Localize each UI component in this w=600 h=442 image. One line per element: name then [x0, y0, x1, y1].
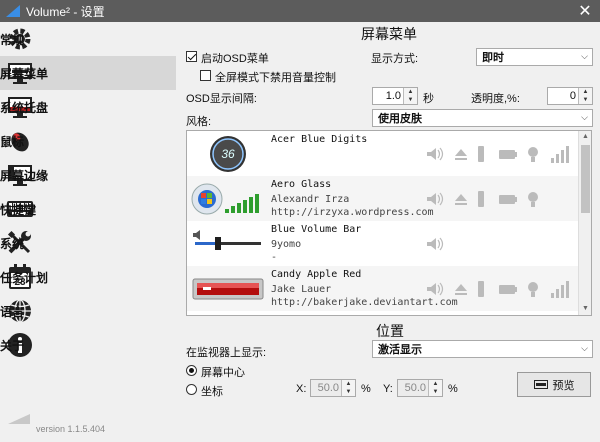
monitor-value: 激活显示	[378, 344, 422, 356]
skin-capability-icons	[427, 191, 538, 207]
skin-author: Alexandr Irza	[271, 194, 350, 205]
skin-author: 9yomo	[271, 239, 302, 250]
window-title: Volume² - 设置	[26, 4, 105, 19]
app-logo-icon	[6, 5, 20, 17]
sidebar-item-tray[interactable]: 系统托盘	[0, 90, 176, 124]
skin-url: http://irzyxa.wordpress.com	[271, 207, 434, 218]
chevron-down-icon: ⌵	[581, 343, 588, 353]
sidebar-item-label: 系统	[0, 236, 25, 251]
skin-name: Aero Glass	[271, 179, 332, 190]
title-bar: Volume² - 设置 ✕	[0, 0, 600, 22]
sidebar-item-label: 屏幕边缘	[0, 168, 49, 183]
x-label: X:	[296, 383, 307, 395]
sidebar-item-label: 屏幕菜单	[0, 66, 49, 81]
monitor-label: 在监视器上显示:	[186, 347, 267, 359]
x-coordinate-spinner[interactable]: 50.0 ▲ ▼	[310, 379, 356, 397]
opacity-label: 透明度,%:	[471, 93, 520, 105]
spinner-arrows-icon[interactable]: ▲ ▼	[578, 88, 592, 104]
style-label: 风格:	[186, 116, 212, 128]
skin-preview-digits: 36	[221, 147, 235, 161]
skin-name: Acer Blue Digits	[271, 134, 368, 145]
sidebar-item-hotkeys[interactable]: 快捷键	[0, 192, 176, 226]
skin-url: -	[271, 252, 278, 263]
skin-row[interactable]: 36 Acer Blue Digits	[187, 131, 579, 176]
sidebar-item-screen-edge[interactable]: 屏幕边缘	[0, 158, 176, 192]
sidebar-item-label: 常规	[0, 32, 25, 47]
close-button[interactable]: ✕	[570, 0, 600, 22]
skin-capability-icons	[427, 237, 444, 251]
skin-preview-candy-red	[192, 278, 264, 300]
y-label: Y:	[383, 383, 393, 395]
skin-preview-blue-bar	[193, 230, 261, 250]
spinner-arrows-icon[interactable]: ▲ ▼	[428, 380, 442, 396]
y-coordinate-spinner[interactable]: 50.0 ▲ ▼	[397, 379, 443, 397]
display-mode-label: 显示方式:	[371, 53, 419, 65]
sidebar-item-system[interactable]: 系统	[0, 226, 176, 260]
preview-button[interactable]: 预览	[517, 372, 591, 397]
scroll-up-icon[interactable]: ▲	[579, 131, 591, 143]
skin-author: Jake Lauer	[271, 284, 332, 295]
sidebar: 常规 屏幕菜单 系统托盘 鼠标 屏幕边缘 快捷键 系统 23 任务计划 语言 关…	[0, 22, 176, 442]
skin-list[interactable]: 36 Acer Blue Digits Aero Glass Alexandr …	[186, 130, 592, 316]
osd-interval-label: OSD显示间隔:	[186, 93, 257, 105]
y-value: 50.0	[404, 382, 426, 394]
sidebar-item-label: 关于	[0, 338, 25, 353]
screen-center-radio[interactable]	[186, 365, 197, 376]
skin-name: Blue Volume Bar	[271, 224, 362, 235]
skin-name: Candy Apple Red	[271, 269, 362, 280]
osd-interval-value: 1.0	[385, 90, 401, 102]
display-mode-select[interactable]: 即时 ⌵	[476, 48, 593, 66]
preview-button-label: 预览	[552, 379, 575, 392]
sidebar-item-osd[interactable]: 屏幕菜单	[0, 56, 176, 90]
skin-preview-aero	[191, 183, 259, 215]
scrollbar-thumb[interactable]	[581, 145, 590, 213]
skin-row[interactable]: Aero Glass Alexandr Irza http://irzyxa.w…	[187, 176, 579, 221]
fullscreen-disable-checkbox[interactable]	[200, 70, 211, 81]
style-value: 使用皮肤	[378, 113, 422, 125]
sidebar-item-label: 语言	[0, 304, 25, 319]
style-select[interactable]: 使用皮肤 ⌵	[372, 109, 593, 127]
sidebar-item-label: 快捷键	[0, 202, 37, 217]
sidebar-item-label: 鼠标	[0, 134, 25, 149]
skin-preview-acer: 36	[210, 136, 246, 172]
x-value: 50.0	[317, 382, 339, 394]
coordinates-label: 坐标	[201, 386, 223, 398]
opacity-spinner[interactable]: 0 ▲ ▼	[547, 87, 593, 105]
sidebar-item-label: 任务计划	[0, 270, 49, 285]
sidebar-item-scheduler[interactable]: 23 任务计划	[0, 260, 176, 294]
sidebar-item-general[interactable]: 常规	[0, 22, 176, 56]
app-logo-icon	[8, 414, 30, 424]
enable-osd-checkbox[interactable]	[186, 51, 197, 62]
x-unit: %	[361, 383, 371, 395]
monitor-select[interactable]: 激活显示 ⌵	[372, 340, 593, 358]
osd-interval-spinner[interactable]: 1.0 ▲ ▼	[372, 87, 418, 105]
scroll-down-icon[interactable]: ▼	[579, 303, 591, 315]
spinner-arrows-icon[interactable]: ▲ ▼	[341, 380, 355, 396]
opacity-value: 0	[569, 90, 576, 102]
sidebar-item-mouse[interactable]: 鼠标	[0, 124, 176, 158]
y-unit: %	[448, 383, 458, 395]
sidebar-item-label: 系统托盘	[0, 100, 49, 115]
chevron-down-icon: ⌵	[581, 112, 588, 122]
spinner-arrows-icon[interactable]: ▲ ▼	[403, 88, 417, 104]
osd-section-title: 屏幕菜单	[361, 26, 417, 42]
sidebar-item-about[interactable]: 关于	[0, 328, 176, 362]
display-mode-value: 即时	[482, 52, 504, 64]
enable-osd-label: 启动OSD菜单	[201, 53, 269, 65]
skin-capability-icons	[427, 281, 569, 298]
fullscreen-disable-label: 全屏模式下禁用音量控制	[215, 72, 336, 84]
skin-list-scrollbar[interactable]: ▲ ▼	[578, 131, 591, 315]
sidebar-item-language[interactable]: 语言	[0, 294, 176, 328]
osd-interval-unit: 秒	[423, 93, 434, 105]
version-label: version 1.1.5.404	[36, 424, 106, 434]
skin-row[interactable]: Candy Apple Red Jake Lauer http://bakerj…	[187, 266, 579, 311]
screen-center-label: 屏幕中心	[201, 367, 245, 379]
skin-capability-icons	[427, 146, 569, 163]
skin-row[interactable]: Blue Volume Bar 9yomo -	[187, 221, 579, 266]
coordinates-radio[interactable]	[186, 384, 197, 395]
osd-settings-panel: 屏幕菜单 启动OSD菜单 全屏模式下禁用音量控制 显示方式: 即时 ⌵ OSD显…	[176, 22, 600, 442]
preview-icon	[533, 380, 548, 389]
position-section-title: 位置	[376, 323, 404, 339]
chevron-down-icon: ⌵	[581, 51, 588, 61]
